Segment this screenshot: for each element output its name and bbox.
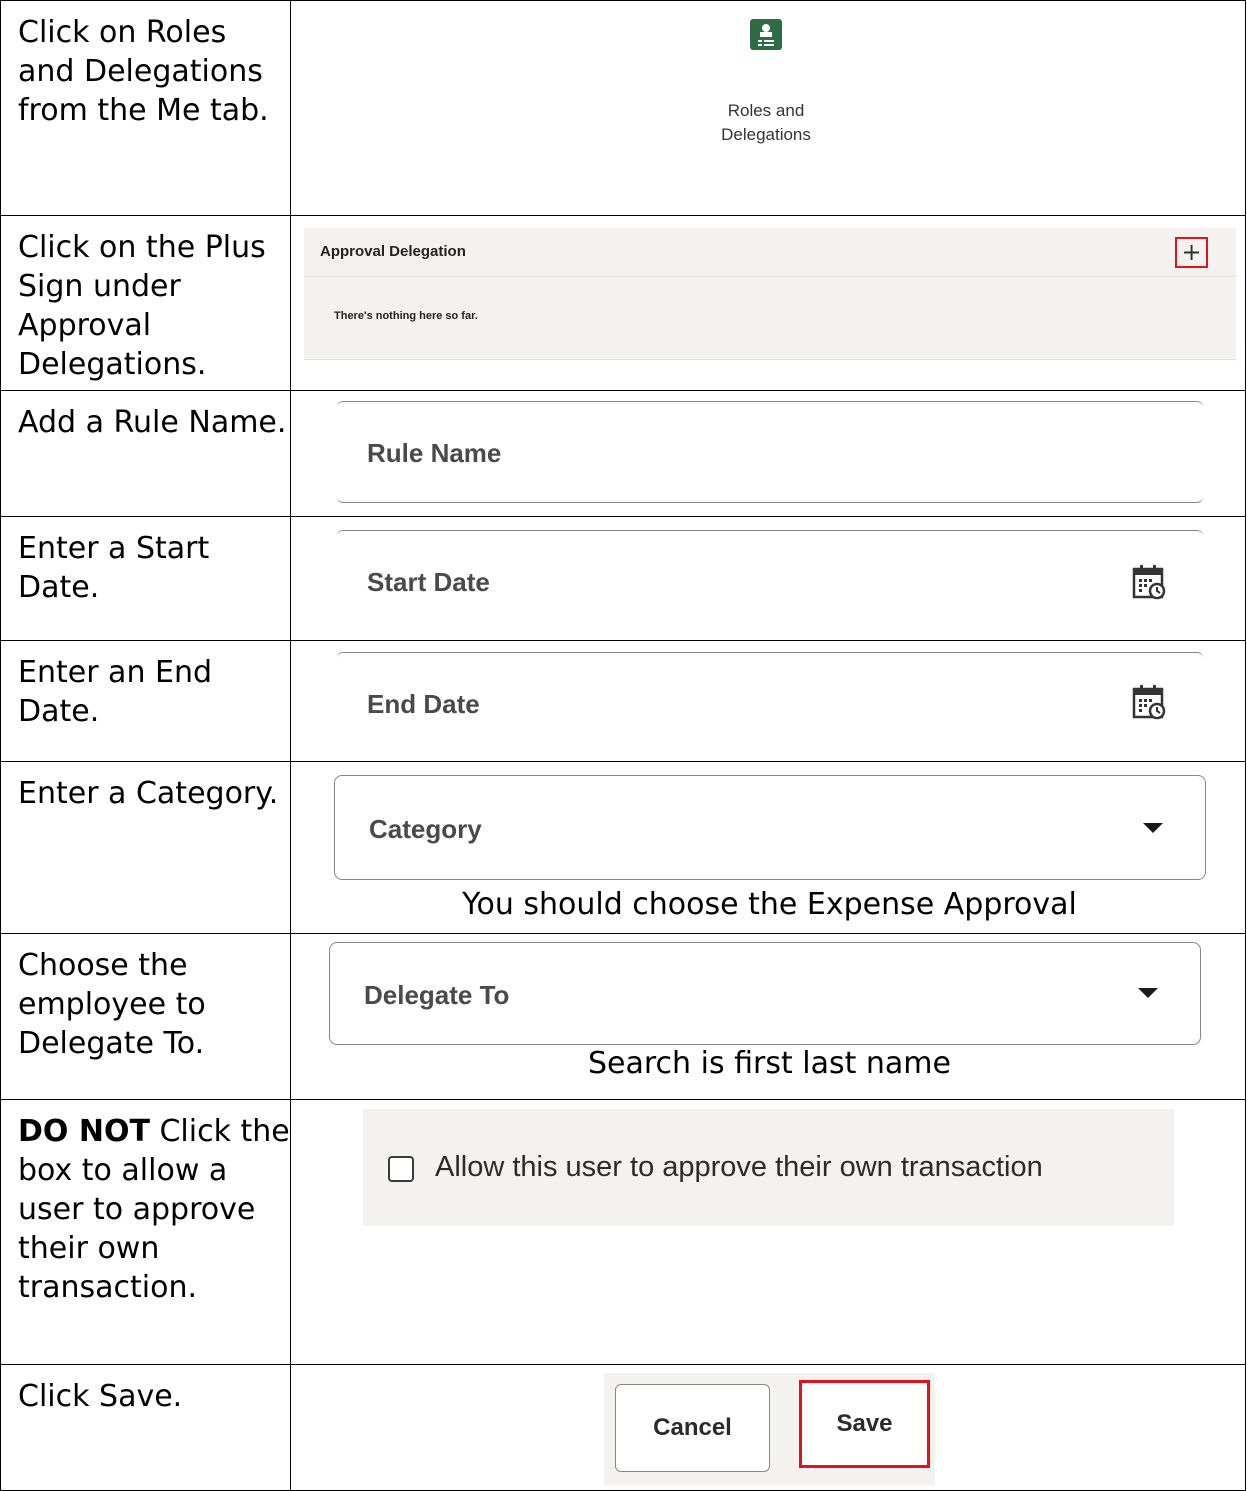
- step-row-2: Click on the Plus Sign under Approval De…: [0, 215, 1246, 391]
- panel-title: Approval Delegation: [320, 243, 466, 260]
- step-cell: Enter a Start Date.: [0, 516, 291, 641]
- save-button[interactable]: Save: [799, 1380, 930, 1468]
- step-row-6: Enter a Category. Category You should ch…: [0, 761, 1246, 934]
- self-approve-panel: Allow this user to approve their own tra…: [363, 1109, 1174, 1226]
- step-text: Enter a Category.: [18, 776, 279, 811]
- screenshot-cell: Rule Name: [290, 390, 1246, 517]
- step-text: Click on Roles and Delegations from the …: [18, 15, 269, 128]
- step-text: DO NOT Click the box to allow a user to …: [1, 1100, 290, 1307]
- step-text: Click on the Plus Sign under Approval De…: [18, 230, 266, 382]
- step-cell: Enter an End Date.: [0, 640, 291, 762]
- delegate-to-label: Delegate To: [364, 980, 510, 1010]
- screenshot-cell: Start Date: [290, 516, 1246, 641]
- end-date-input[interactable]: End Date: [337, 652, 1203, 749]
- step-row-5: Enter an End Date. End Date: [0, 640, 1246, 762]
- caret-down-icon: [1143, 823, 1163, 833]
- screenshot-cell: Cancel Save: [290, 1364, 1246, 1491]
- screenshot-cell: End Date: [290, 640, 1246, 762]
- step-row-8: DO NOT Click the box to allow a user to …: [0, 1099, 1246, 1365]
- roles-and-delegations-link[interactable]: Roles and Delegations: [671, 99, 861, 147]
- step-cell: Choose the employee to Delegate To.: [0, 933, 291, 1100]
- screenshot-cell: Allow this user to approve their own tra…: [290, 1099, 1246, 1365]
- calendar-icon[interactable]: [1132, 563, 1166, 605]
- step-cell: Click on the Plus Sign under Approval De…: [0, 215, 291, 391]
- delegate-hint: Search is first last name: [588, 1046, 951, 1081]
- approval-delegation-panel: Approval Delegation + There's nothing he…: [304, 228, 1236, 360]
- self-approve-checkbox[interactable]: [388, 1156, 414, 1182]
- step-row-9: Click Save. Cancel Save: [0, 1364, 1246, 1491]
- step-cell: Add a Rule Name.: [0, 390, 291, 517]
- cancel-button[interactable]: Cancel: [615, 1384, 770, 1472]
- tile-label-line2: Delegations: [721, 125, 811, 144]
- tile-label-line1: Roles and: [727, 101, 805, 120]
- rule-name-input[interactable]: Rule Name: [337, 401, 1203, 503]
- plus-icon: +: [1181, 238, 1202, 266]
- approval-delegation-header: Approval Delegation +: [304, 228, 1236, 277]
- step-cell: Click Save.: [0, 1364, 291, 1491]
- step-text: Enter an End Date.: [18, 655, 213, 729]
- category-label: Category: [369, 814, 482, 844]
- calendar-icon[interactable]: [1132, 683, 1166, 725]
- screenshot-cell: Category You should choose the Expense A…: [290, 761, 1246, 934]
- step-row-7: Choose the employee to Delegate To. Dele…: [0, 933, 1246, 1100]
- screenshot-cell: Delegate To Search is first last name: [290, 933, 1246, 1100]
- delegate-to-select[interactable]: Delegate To: [329, 942, 1201, 1045]
- end-date-label: End Date: [367, 689, 480, 719]
- category-hint: You should choose the Expense Approval: [462, 887, 1077, 922]
- start-date-label: Start Date: [367, 567, 490, 597]
- step-row-3: Add a Rule Name. Rule Name: [0, 390, 1246, 517]
- step-text: Click Save.: [18, 1379, 183, 1414]
- caret-down-icon: [1138, 988, 1158, 998]
- rule-name-label: Rule Name: [367, 438, 502, 468]
- warning-text: DO NOT: [18, 1114, 150, 1149]
- form-actions: Cancel Save: [604, 1373, 935, 1485]
- step-cell: Enter a Category.: [0, 761, 291, 934]
- screenshot-cell: Roles and Delegations: [290, 0, 1246, 216]
- roles-and-delegations-icon[interactable]: [750, 19, 782, 50]
- start-date-input[interactable]: Start Date: [337, 530, 1203, 627]
- empty-state-message: There's nothing here so far.: [334, 310, 478, 322]
- step-cell: DO NOT Click the box to allow a user to …: [0, 1099, 291, 1365]
- add-delegation-button[interactable]: +: [1175, 237, 1208, 268]
- step-text: Choose the employee to Delegate To.: [18, 948, 206, 1061]
- step-text: Enter a Start Date.: [18, 531, 210, 605]
- instruction-table: Click on Roles and Delegations from the …: [0, 0, 1246, 1491]
- category-select[interactable]: Category: [334, 775, 1206, 880]
- self-approve-label[interactable]: Allow this user to approve their own tra…: [435, 1151, 1043, 1184]
- screenshot-cell: Approval Delegation + There's nothing he…: [290, 215, 1246, 391]
- step-text: Add a Rule Name.: [18, 405, 287, 440]
- step-row-4: Enter a Start Date. Start Date: [0, 516, 1246, 641]
- step-cell: Click on Roles and Delegations from the …: [0, 0, 291, 216]
- step-row-1: Click on Roles and Delegations from the …: [0, 0, 1246, 216]
